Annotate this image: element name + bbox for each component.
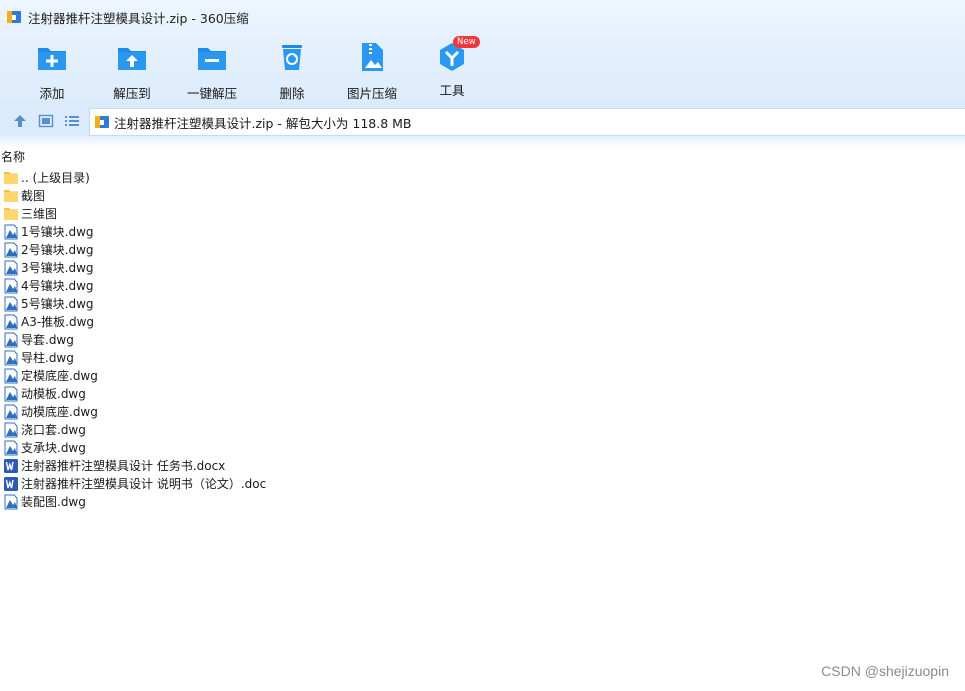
extract-to-icon xyxy=(118,48,146,70)
file-name: 截图 xyxy=(21,189,46,203)
add-button[interactable]: 添加 xyxy=(12,40,92,102)
file-row[interactable]: 动模板.dwg xyxy=(3,385,403,403)
file-row[interactable]: 注射器推杆注塑模具设计 任务书.docx xyxy=(3,457,403,475)
tools-icon-wrap: New xyxy=(435,36,480,74)
folder-row[interactable]: 截图 xyxy=(3,187,403,205)
file-name: 5号镶块.dwg xyxy=(21,297,94,311)
file-name: 注射器推杆注塑模具设计 说明书（论文）.doc xyxy=(21,477,267,491)
navigation-bar: 注射器推杆注塑模具设计.zip - 解包大小为 118.8 MB xyxy=(0,106,965,136)
dwg-file-icon xyxy=(3,224,19,240)
dwg-file-icon xyxy=(3,260,19,276)
window-title: 注射器推杆注塑模具设计.zip - 360压缩 xyxy=(28,10,249,26)
file-name: 定模底座.dwg xyxy=(21,369,98,383)
file-name: 三维图 xyxy=(21,207,58,221)
delete-label: 删除 xyxy=(279,86,305,101)
file-name: 导柱.dwg xyxy=(21,351,74,365)
title-bar: 注射器推杆注塑模具设计.zip - 360压缩 xyxy=(0,0,965,34)
file-row[interactable]: 3号镶块.dwg xyxy=(3,259,403,277)
list-view-icon[interactable] xyxy=(64,113,80,129)
file-name: A3-推板.dwg xyxy=(21,315,95,329)
file-row[interactable]: 支承块.dwg xyxy=(3,439,403,457)
file-list: .. (上级目录) 截图三维图 1号镶块.dwg 2号镶块.dwg 3号镶块.dwg 4号… xyxy=(3,169,403,511)
add-label: 添加 xyxy=(39,86,65,101)
address-text: 注射器推杆注塑模具设计.zip - 解包大小为 118.8 MB xyxy=(114,115,412,131)
file-name: .. (上级目录) xyxy=(21,171,90,185)
app-window: 注射器推杆注塑模具设计.zip - 360压缩 添加 解压到 一键解压 删除 图… xyxy=(0,0,965,691)
up-arrow-icon[interactable] xyxy=(12,113,28,129)
file-row[interactable]: 装配图.dwg xyxy=(3,493,403,511)
file-row[interactable]: 注射器推杆注塑模具设计 说明书（论文）.doc xyxy=(3,475,403,493)
one-click-extract-label: 一键解压 xyxy=(186,86,237,101)
file-row[interactable]: 1号镶块.dwg xyxy=(3,223,403,241)
add-icon xyxy=(38,48,66,70)
dwg-file-icon xyxy=(3,422,19,438)
extract-to-button[interactable]: 解压到 xyxy=(92,40,172,102)
tools-button[interactable]: New 工具 xyxy=(412,36,492,102)
one-click-extract-button[interactable]: 一键解压 xyxy=(172,40,252,102)
folder-icon xyxy=(3,188,19,204)
file-name: 支承块.dwg xyxy=(21,441,86,455)
dwg-file-icon xyxy=(3,296,19,312)
file-name: 4号镶块.dwg xyxy=(21,279,94,293)
dwg-file-icon xyxy=(3,440,19,456)
file-name: 注射器推杆注塑模具设计 任务书.docx xyxy=(21,459,226,473)
file-name: 2号镶块.dwg xyxy=(21,243,94,257)
image-compress-icon xyxy=(362,43,383,71)
toolbar: 添加 解压到 一键解压 删除 图片压缩 New 工具 xyxy=(0,34,965,106)
file-name: 1号镶块.dwg xyxy=(21,225,94,239)
file-name: 导套.dwg xyxy=(21,333,74,347)
file-name: 浇口套.dwg xyxy=(21,423,86,437)
dwg-file-icon xyxy=(3,368,19,384)
file-row[interactable]: A3-推板.dwg xyxy=(3,313,403,331)
dwg-file-icon xyxy=(3,404,19,420)
file-name: 动模底座.dwg xyxy=(21,405,98,419)
folder-icon xyxy=(3,170,19,186)
file-row[interactable]: 导柱.dwg xyxy=(3,349,403,367)
extract-to-label: 解压到 xyxy=(113,86,151,101)
image-compress-button[interactable]: 图片压缩 xyxy=(332,40,412,102)
file-row[interactable]: 浇口套.dwg xyxy=(3,421,403,439)
folder-row[interactable]: 三维图 xyxy=(3,205,403,223)
dwg-file-icon xyxy=(3,242,19,258)
word-doc-icon xyxy=(3,476,19,492)
thumbnail-view-icon[interactable] xyxy=(38,113,54,129)
tools-label: 工具 xyxy=(439,83,465,98)
archive-file-icon xyxy=(95,116,109,128)
header-divider xyxy=(0,136,965,148)
column-header-name[interactable]: 名称 xyxy=(1,148,25,165)
delete-button[interactable]: 删除 xyxy=(252,40,332,102)
file-row[interactable]: 动模底座.dwg xyxy=(3,403,403,421)
archive-app-icon xyxy=(7,11,21,23)
watermark: CSDN @shejizuopin xyxy=(821,663,949,679)
folder-row[interactable]: .. (上级目录) xyxy=(3,169,403,187)
folder-icon xyxy=(3,206,19,222)
file-name: 动模板.dwg xyxy=(21,387,86,401)
file-name: 3号镶块.dwg xyxy=(21,261,94,275)
one-click-extract-icon xyxy=(198,48,226,70)
file-name: 装配图.dwg xyxy=(21,495,86,509)
file-row[interactable]: 定模底座.dwg xyxy=(3,367,403,385)
dwg-file-icon xyxy=(3,332,19,348)
word-doc-icon xyxy=(3,458,19,474)
file-row[interactable]: 4号镶块.dwg xyxy=(3,277,403,295)
image-compress-label: 图片压缩 xyxy=(346,86,397,101)
new-badge: New xyxy=(453,36,480,48)
dwg-file-icon xyxy=(3,350,19,366)
dwg-file-icon xyxy=(3,494,19,510)
dwg-file-icon xyxy=(3,314,19,330)
delete-icon xyxy=(282,45,302,70)
file-row[interactable]: 导套.dwg xyxy=(3,331,403,349)
dwg-file-icon xyxy=(3,386,19,402)
address-bar[interactable]: 注射器推杆注塑模具设计.zip - 解包大小为 118.8 MB xyxy=(89,108,965,136)
file-row[interactable]: 2号镶块.dwg xyxy=(3,241,403,259)
dwg-file-icon xyxy=(3,278,19,294)
file-row[interactable]: 5号镶块.dwg xyxy=(3,295,403,313)
